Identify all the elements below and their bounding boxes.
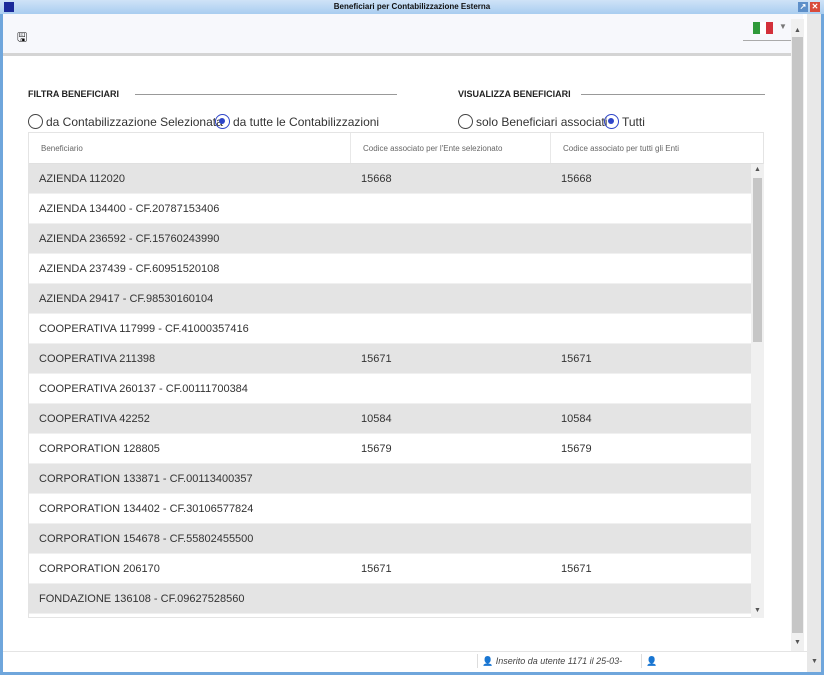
content: FILTRA BENEFICIARI VISUALIZZA BENEFICIAR… xyxy=(3,19,804,651)
table-header: Beneficiario Codice associato per l'Ente… xyxy=(29,133,763,164)
scrollbar-thumb[interactable] xyxy=(792,37,803,633)
cell-beneficiario: CORPORATION 206170 xyxy=(39,562,160,575)
cell-beneficiario: AZIENDA 237439 - CF.60951520108 xyxy=(39,262,220,275)
table-row[interactable]: COOPERATIVA 211398 15671 15671 xyxy=(29,344,751,374)
table-scrollbar[interactable]: ▲ ▼ xyxy=(751,164,764,618)
window-title: Beneficiari per Contabilizzazione Estern… xyxy=(333,2,491,11)
cell-codice-tutti: 15668 xyxy=(561,172,592,185)
cell-beneficiario: AZIENDA 236592 - CF.15760243990 xyxy=(39,232,220,245)
content-scrollbar[interactable]: ▲ ▼ xyxy=(791,19,804,651)
table-row[interactable]: AZIENDA 237439 - CF.60951520108 xyxy=(29,254,751,284)
cell-beneficiario: COOPERATIVA 117999 - CF.41000357416 xyxy=(39,322,249,335)
table-row[interactable]: AZIENDA 134400 - CF.20787153406 xyxy=(29,194,751,224)
cell-beneficiario: AZIENDA 134400 - CF.20787153406 xyxy=(39,202,220,215)
radio-circle xyxy=(604,114,619,129)
table-row[interactable]: CORPORATION 134402 - CF.30106577824 xyxy=(29,494,751,524)
table-row[interactable]: FONDAZIONE 136108 - CF.09627528560 xyxy=(29,584,751,614)
chevron-down-icon[interactable]: ▼ xyxy=(779,22,787,31)
radio-label: Tutti xyxy=(622,114,645,129)
radio-circle xyxy=(458,114,473,129)
table-row[interactable]: CORPORATION 128805 15679 15679 xyxy=(29,434,751,464)
table-row[interactable]: CORPORATION 154678 - CF.55802455500 xyxy=(29,524,751,554)
view-title: VISUALIZZA BENEFICIARI xyxy=(458,89,571,99)
column-header-beneficiario[interactable]: Beneficiario xyxy=(29,133,351,163)
cell-codice-tutti: 15671 xyxy=(561,352,592,365)
inserted-info: 👤 Inserito da utente 1171 il 25-03- xyxy=(477,654,622,668)
radio-da-tutte-le-contabilizzazioni[interactable]: da tutte le Contabilizzazioni xyxy=(215,114,379,129)
radio-circle xyxy=(215,114,230,129)
divider xyxy=(135,94,397,95)
scroll-down-icon[interactable]: ▼ xyxy=(794,639,801,646)
scroll-down-icon[interactable]: ▼ xyxy=(811,658,818,665)
modified-info: 👤 xyxy=(641,654,657,668)
table-row[interactable]: COOPERATIVA 260137 - CF.00111700384 xyxy=(29,374,751,404)
scroll-down-icon[interactable]: ▼ xyxy=(754,607,761,614)
title-bar: Beneficiari per Contabilizzazione Estern… xyxy=(0,0,824,14)
table-row[interactable]: CORPORATION 206170 15671 15671 xyxy=(29,554,751,584)
table-row[interactable]: AZIENDA 112020 15668 15668 xyxy=(29,164,751,194)
italy-flag-icon[interactable] xyxy=(753,22,774,34)
cell-beneficiario: CORPORATION 154678 - CF.55802455500 xyxy=(39,532,254,545)
divider xyxy=(581,94,765,95)
cell-beneficiario: FONDAZIONE 136108 - CF.09627528560 xyxy=(39,592,245,605)
radio-label: da Contabilizzazione Selezionata xyxy=(46,114,223,129)
table-row[interactable]: CORPORATION 133871 - CF.00113400357 xyxy=(29,464,751,494)
cell-beneficiario: CORPORATION 128805 xyxy=(39,442,160,455)
restore-button[interactable]: ↗ xyxy=(798,2,808,12)
window: 🖫 ▼ FILTRA BENEFICIARI VISUALIZZA BENEFI… xyxy=(3,14,821,672)
cell-codice-tutti: 10584 xyxy=(561,412,592,425)
scroll-up-icon[interactable]: ▲ xyxy=(754,166,761,173)
user-icon: 👤 xyxy=(482,656,494,666)
radio-circle xyxy=(28,114,43,129)
cell-beneficiario: COOPERATIVA 42252 xyxy=(39,412,150,425)
cell-beneficiario: COOPERATIVA 260137 - CF.00111700384 xyxy=(39,382,248,395)
cell-beneficiario: AZIENDA 29417 - CF.98530160104 xyxy=(39,292,214,305)
cell-codice-ente: 15671 xyxy=(361,352,392,365)
floppy-disk-icon[interactable]: 🖫 xyxy=(17,28,27,49)
table-row[interactable]: COOPERATIVA 117999 - CF.41000357416 xyxy=(29,314,751,344)
inserted-text: Inserito da utente 1171 il 25-03- xyxy=(495,656,623,666)
cell-codice-ente: 10584 xyxy=(361,412,392,425)
cell-beneficiario: AZIENDA 112020 xyxy=(39,172,126,185)
table-row[interactable]: AZIENDA 29417 - CF.98530160104 xyxy=(29,284,751,314)
window-scrollbar[interactable]: ▼ xyxy=(807,14,821,672)
radio-label: da tutte le Contabilizzazioni xyxy=(233,114,380,129)
table-row[interactable]: COOPERATIVA 42252 10584 10584 xyxy=(29,404,751,434)
cell-codice-ente: 15679 xyxy=(361,442,392,455)
table-body: AZIENDA 112020 15668 15668 AZIENDA 134400 -… xyxy=(29,164,751,618)
scroll-up-icon[interactable]: ▲ xyxy=(794,27,801,34)
radio-solo-beneficiari-associati[interactable]: solo Beneficiari associati xyxy=(458,114,607,129)
close-button[interactable]: ✕ xyxy=(810,2,820,12)
cell-codice-ente: 15668 xyxy=(361,172,392,185)
cell-beneficiario: CORPORATION 133871 - CF.00113400357 xyxy=(39,472,253,485)
cell-codice-tutti: 15679 xyxy=(561,442,592,455)
table-row[interactable]: AZIENDA 236592 - CF.15760243990 xyxy=(29,224,751,254)
radio-label: solo Beneficiari associati xyxy=(476,114,608,129)
language-underline xyxy=(743,40,793,41)
beneficiari-table: Beneficiario Codice associato per l'Ente… xyxy=(28,132,764,618)
filter-title: FILTRA BENEFICIARI xyxy=(28,89,119,99)
toolbar: 🖫 ▼ xyxy=(3,14,803,56)
cell-beneficiario: COOPERATIVA 211398 xyxy=(39,352,156,365)
cell-codice-ente: 15671 xyxy=(361,562,392,575)
radio-tutti[interactable]: Tutti xyxy=(604,114,645,129)
scrollbar-thumb[interactable] xyxy=(753,178,762,342)
user-icon: 👤 xyxy=(646,656,658,666)
app-icon xyxy=(4,2,14,12)
column-header-codice-ente[interactable]: Codice associato per l'Ente selezionato xyxy=(351,133,551,163)
status-bar: 👤 Inserito da utente 1171 il 25-03- 👤 xyxy=(3,651,807,669)
radio-da-contabilizzazione-selezionata[interactable]: da Contabilizzazione Selezionata xyxy=(28,114,223,129)
cell-codice-tutti: 15671 xyxy=(561,562,592,575)
column-header-codice-tutti[interactable]: Codice associato per tutti gli Enti xyxy=(551,133,763,163)
cell-beneficiario: CORPORATION 134402 - CF.30106577824 xyxy=(39,502,254,515)
